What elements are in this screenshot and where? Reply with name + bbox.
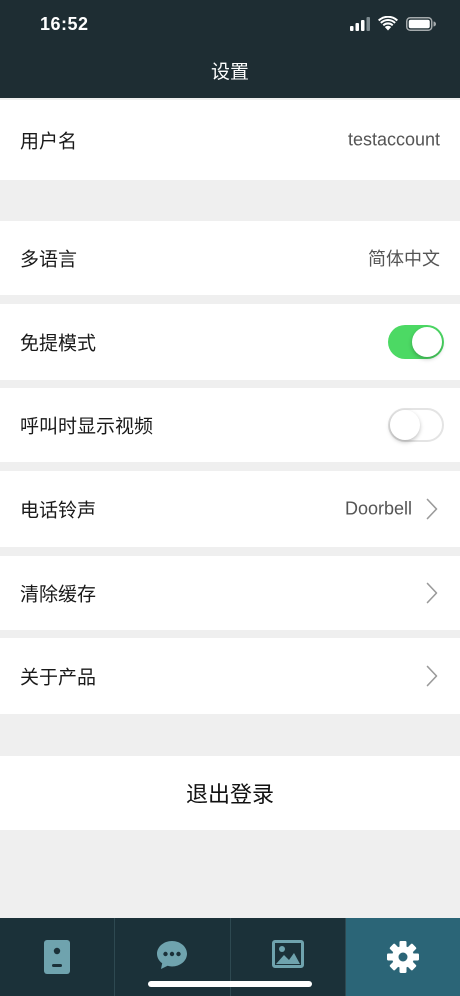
ringtone-value: Doorbell — [344, 498, 412, 519]
tab-settings[interactable] — [344, 918, 460, 996]
logout-label: 退出登录 — [185, 782, 274, 807]
page-title: 设置 — [210, 62, 249, 83]
clear-cache-row[interactable]: 清除缓存 — [0, 556, 460, 630]
intercom-device-icon — [44, 940, 71, 974]
clear-cache-label: 清除缓存 — [20, 584, 97, 606]
chevron-right-icon — [426, 665, 438, 687]
video-on-call-row: 呼叫时显示视频 — [0, 388, 460, 462]
gear-icon — [386, 941, 419, 973]
toggle-knob — [390, 410, 420, 440]
chat-bubble-icon — [157, 941, 188, 969]
navigation-bar: 设置 — [0, 50, 460, 98]
status-bar: 16:52 — [0, 0, 460, 50]
tab-intercom[interactable] — [0, 918, 114, 996]
username-label: 用户名 — [20, 131, 78, 153]
image-icon — [271, 940, 304, 968]
cellular-signal-icon — [350, 16, 370, 31]
wifi-icon — [378, 16, 398, 31]
chevron-right-icon — [426, 498, 438, 520]
logout-button[interactable]: 退出登录 — [0, 756, 460, 830]
about-row[interactable]: 关于产品 — [0, 638, 460, 714]
ringtone-label: 电话铃声 — [20, 500, 97, 522]
video-on-call-label: 呼叫时显示视频 — [20, 416, 154, 438]
status-time: 16:52 — [40, 14, 89, 34]
language-label: 多语言 — [20, 249, 78, 271]
username-value: testaccount — [347, 129, 440, 150]
language-value: 简体中文 — [368, 249, 440, 269]
battery-icon — [406, 16, 436, 31]
home-indicator[interactable] — [148, 981, 312, 987]
status-icons — [350, 16, 436, 31]
ringtone-row[interactable]: 电话铃声 Doorbell — [0, 471, 460, 547]
video-on-call-toggle[interactable] — [388, 408, 444, 442]
language-row[interactable]: 多语言 简体中文 — [0, 221, 460, 295]
username-row: 用户名 testaccount — [0, 100, 460, 180]
handsfree-label: 免提模式 — [20, 333, 97, 355]
about-label: 关于产品 — [20, 667, 97, 689]
handsfree-toggle[interactable] — [388, 325, 444, 359]
handsfree-row: 免提模式 — [0, 304, 460, 380]
chevron-right-icon — [426, 582, 438, 604]
toggle-knob — [412, 327, 442, 357]
